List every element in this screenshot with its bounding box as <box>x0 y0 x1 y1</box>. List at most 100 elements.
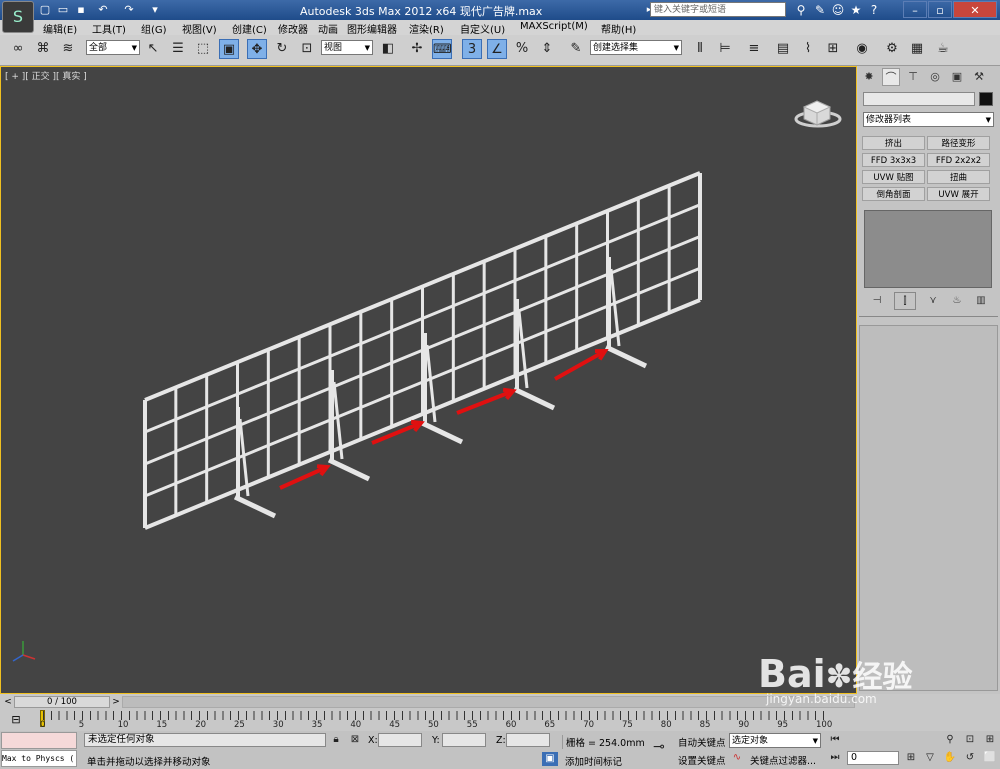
minimize-button[interactable]: – <box>903 1 927 18</box>
select-rotate-icon[interactable]: ↻ <box>272 39 292 59</box>
render-teapot-icon[interactable]: ☕ <box>933 39 953 59</box>
align-icon[interactable]: ⊨ <box>715 39 735 59</box>
scene-canvas[interactable] <box>1 67 856 693</box>
community-icon[interactable]: ☺ <box>830 2 846 18</box>
create-tab-icon[interactable]: ✸ <box>860 68 878 86</box>
set-key-label[interactable]: 设置关键点 <box>678 753 726 767</box>
save-icon[interactable]: ▪ <box>74 3 88 17</box>
rect-selection-icon[interactable]: ⬚ <box>193 39 213 59</box>
y-coord-field[interactable] <box>442 733 486 747</box>
menu-group[interactable]: 组(G) <box>141 21 167 36</box>
menu-views[interactable]: 视图(V) <box>182 21 217 36</box>
modifier-button-uvw-map[interactable]: UVW 贴图 <box>862 170 925 184</box>
key-filter-icon[interactable]: ∿ <box>729 751 745 765</box>
menu-graph-editors[interactable]: 图形编辑器 <box>347 21 397 36</box>
help-icon[interactable]: ? <box>866 2 882 18</box>
utilities-tab-icon[interactable]: ⚒ <box>970 68 988 86</box>
curve-editor-icon[interactable]: ⌇ <box>798 39 818 59</box>
modifier-button-extrude[interactable]: 挤出 <box>862 136 925 150</box>
maximize-button[interactable]: ▫ <box>928 1 952 18</box>
perspective-viewport[interactable]: [ + ][ 正交 ][ 真实 ] <box>0 66 857 694</box>
open-icon[interactable]: ▭ <box>56 3 70 17</box>
selection-filter-dropdown[interactable]: 全部 <box>86 40 140 56</box>
material-editor-icon[interactable]: ◉ <box>852 39 872 59</box>
zoom-extents-icon[interactable]: ⊡ <box>962 733 978 747</box>
schematic-view-icon[interactable]: ⊞ <box>823 39 843 59</box>
menu-rendering[interactable]: 渲染(R) <box>409 21 444 36</box>
quick-access-dropdown-icon[interactable]: ▾ <box>148 3 162 17</box>
time-slider[interactable]: 0 / 100 <box>14 696 110 708</box>
mirror-icon[interactable]: ⫴ <box>690 39 710 59</box>
zoom-icon[interactable]: ⚲ <box>942 733 958 747</box>
graphite-tools-icon[interactable]: ▤ <box>773 39 793 59</box>
maximize-viewport-icon[interactable]: ⬜ <box>982 751 998 765</box>
z-coord-field[interactable] <box>506 733 550 747</box>
track-bar[interactable]: ⊟ 0 5 10 15 20 25 30 35 40 45 50 55 60 65 70 75 80 85 90 95… <box>0 709 1000 731</box>
current-frame-field[interactable]: 0 <box>847 751 899 765</box>
reference-coord-dropdown[interactable]: 视图 <box>321 40 373 56</box>
pivot-center-icon[interactable]: ◧ <box>378 39 398 59</box>
key-mode-toggle-icon[interactable]: ⏭ <box>827 751 843 765</box>
auto-key-label[interactable]: 自动关键点 <box>678 735 726 749</box>
key-mode-dropdown[interactable]: 选定对象 <box>729 733 821 749</box>
modifier-stack-list[interactable] <box>864 210 992 288</box>
select-by-name-icon[interactable]: ☰ <box>168 39 188 59</box>
key-icon[interactable]: ⊸ <box>646 740 672 754</box>
modifier-button-unwrap-uvw[interactable]: UVW 展开 <box>927 187 990 201</box>
configure-sets-icon[interactable]: ▥ <box>970 292 992 310</box>
time-slider-track[interactable] <box>122 696 855 708</box>
spinner-snap-icon[interactable]: ⇕ <box>537 39 557 59</box>
close-button[interactable]: ✕ <box>953 1 997 18</box>
favorites-icon[interactable]: ★ <box>848 2 864 18</box>
object-color-swatch[interactable] <box>979 92 993 106</box>
window-crossing-icon[interactable]: ▣ <box>219 39 239 59</box>
modifier-button-ffd333[interactable]: FFD 3x3x3 <box>862 153 925 167</box>
undo-icon[interactable]: ↶ <box>96 3 110 17</box>
modifier-list-dropdown[interactable]: 修改器列表 <box>863 112 994 128</box>
render-frame-icon[interactable]: ▦ <box>907 39 927 59</box>
key-filters-button[interactable]: 关键点过滤器... <box>750 753 816 767</box>
show-end-result-icon[interactable]: ⫿ <box>894 292 916 310</box>
select-object-icon[interactable]: ↖ <box>143 39 163 59</box>
orbit-icon[interactable]: ↺ <box>962 751 978 765</box>
mini-curve-editor-icon[interactable]: ⊟ <box>6 712 26 728</box>
add-time-tag[interactable]: 添加时间标记 <box>565 754 622 768</box>
goto-start-icon[interactable]: ⏮ <box>827 733 843 747</box>
display-tab-icon[interactable]: ▣ <box>948 68 966 86</box>
hierarchy-tab-icon[interactable]: ⊤ <box>904 68 922 86</box>
edit-named-selection-icon[interactable]: ✎ <box>566 39 586 59</box>
modifier-button-path-deform[interactable]: 路径变形 <box>927 136 990 150</box>
select-scale-icon[interactable]: ⊡ <box>297 39 317 59</box>
keyboard-shortcut-icon[interactable]: ⌨ <box>432 39 452 59</box>
tools-icon[interactable]: ✎ <box>812 2 828 18</box>
binoculars-icon[interactable]: ⚲ <box>793 2 809 18</box>
menu-maxscript[interactable]: MAXScript(M) <box>520 21 588 32</box>
make-unique-icon[interactable]: ⋎ <box>922 292 944 310</box>
pan-icon[interactable]: ✋ <box>942 751 958 765</box>
menu-animation[interactable]: 动画 <box>318 21 338 36</box>
zoom-all-icon[interactable]: ⊞ <box>982 733 998 747</box>
modify-tab-icon[interactable]: ⌒ <box>882 68 900 86</box>
object-name-field[interactable] <box>863 92 975 106</box>
render-setup-icon[interactable]: ⚙ <box>882 39 902 59</box>
remove-modifier-icon[interactable]: ♨ <box>946 292 968 310</box>
selection-lock-icon[interactable]: 🔒︎ <box>328 733 344 747</box>
menu-modifiers[interactable]: 修改器 <box>278 21 308 36</box>
angle-snap-icon[interactable]: ∠ <box>487 39 507 59</box>
named-selection-dropdown[interactable]: 创建选择集 <box>590 40 682 56</box>
maxscript-mini-listener-top[interactable] <box>1 732 77 749</box>
new-icon[interactable]: ▢ <box>38 3 52 17</box>
modifier-button-ffd222[interactable]: FFD 2x2x2 <box>927 153 990 167</box>
fov-icon[interactable]: ▽ <box>922 751 938 765</box>
menu-edit[interactable]: 编辑(E) <box>43 21 77 36</box>
motion-tab-icon[interactable]: ◎ <box>926 68 944 86</box>
link-icon[interactable]: ∞ <box>8 39 28 59</box>
select-move-icon[interactable]: ✥ <box>247 39 267 59</box>
rollout-area[interactable] <box>859 325 998 691</box>
redo-icon[interactable]: ↷ <box>122 3 136 17</box>
search-input[interactable]: 键入关键字或短语 <box>650 2 786 17</box>
modifier-button-twist[interactable]: 扭曲 <box>927 170 990 184</box>
snap-toggle-icon[interactable]: 3 <box>462 39 482 59</box>
unlink-icon[interactable]: ⌘ <box>33 39 53 59</box>
next-frame-icon[interactable]: > <box>111 696 121 708</box>
